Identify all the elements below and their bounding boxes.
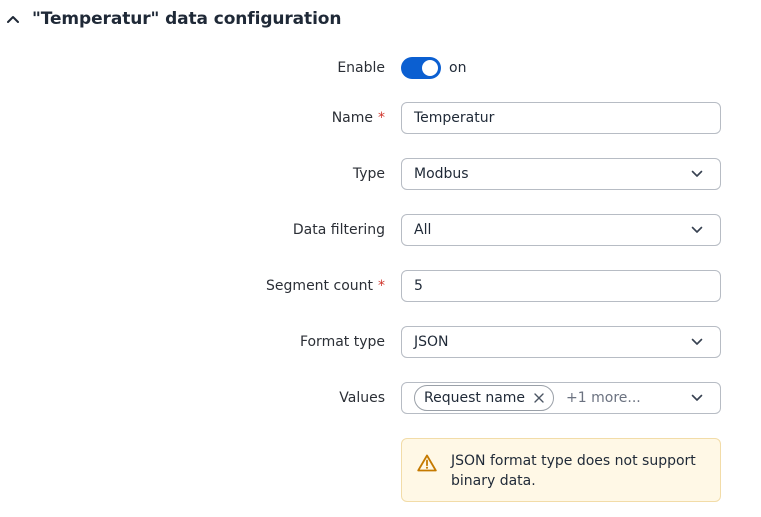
type-select-value: Modbus [414,166,469,182]
enable-toggle[interactable] [401,57,441,79]
segment-count-input[interactable]: 5 [401,270,721,302]
segment-count-label: Segment count * [266,278,385,294]
chevron-down-icon [690,335,704,349]
data-filtering-value: All [414,222,432,238]
format-type-value: JSON [414,334,449,350]
more-values-text: +1 more... [566,390,641,406]
chevron-down-icon [690,391,704,405]
enable-state-text: on [449,60,467,76]
type-label: Type [352,166,385,182]
toggle-knob [422,60,438,76]
values-chip: Request name [414,385,555,411]
alert-text: JSON format type does not support binary… [451,453,696,489]
values-multiselect[interactable]: Request name +1 more... [401,382,721,414]
format-type-select[interactable]: JSON [401,326,721,358]
data-filtering-select[interactable]: All [401,214,721,246]
row-format-type: Format type JSON [0,326,761,358]
row-enable: Enable on [0,52,761,84]
name-label: Name * [331,110,385,126]
row-name: Name * Temperatur [0,102,761,134]
warning-icon [417,454,437,472]
chevron-up-icon[interactable] [6,12,20,26]
name-input-value: Temperatur [414,110,495,126]
format-warning-alert: JSON format type does not support binary… [401,438,721,502]
row-segment-count: Segment count * 5 [0,270,761,302]
chevron-down-icon [690,223,704,237]
page: "Temperatur" data configuration Enable o… [0,0,761,517]
values-label: Values [339,390,385,406]
format-type-label: Format type [299,334,385,350]
section-title: "Temperatur" data configuration [32,9,342,29]
row-values: Values Request name +1 more... [0,382,761,414]
type-select[interactable]: Modbus [401,158,721,190]
chip-label: Request name [424,390,526,406]
chevron-down-icon [690,167,704,181]
name-input[interactable]: Temperatur [401,102,721,134]
enable-toggle-wrap: on [401,52,466,84]
data-filtering-label: Data filtering [292,222,385,238]
section-header[interactable]: "Temperatur" data configuration [6,4,341,34]
required-mark: * [378,110,385,126]
row-type: Type Modbus [0,158,761,190]
segment-count-value: 5 [414,278,423,294]
close-icon[interactable] [533,392,545,404]
required-mark: * [378,278,385,294]
enable-label: Enable [337,60,385,76]
row-data-filtering: Data filtering All [0,214,761,246]
